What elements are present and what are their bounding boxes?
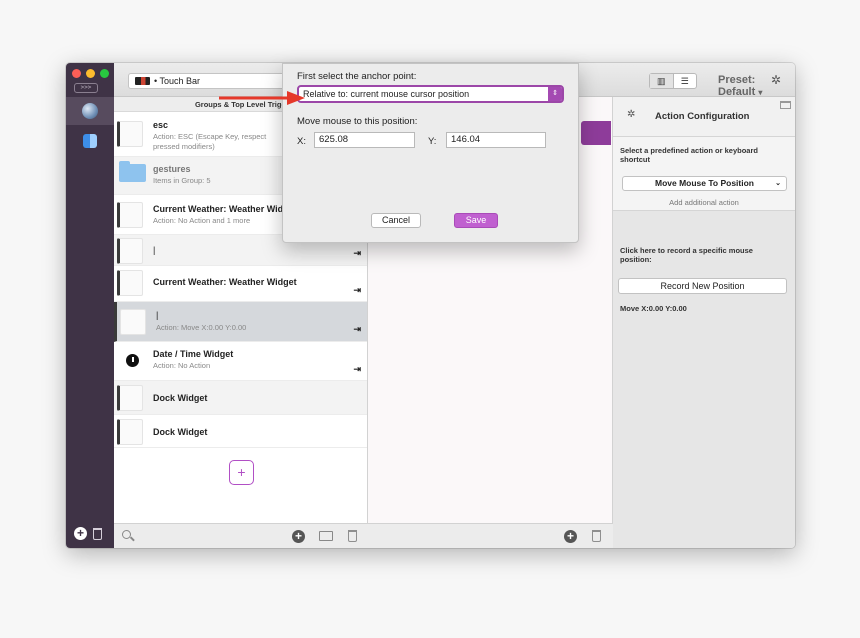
move-mouse-dialog: First select the anchor point: Relative … bbox=[282, 63, 579, 243]
stepper-icon: ⇕ bbox=[548, 87, 562, 101]
preset-label: Preset: Default bbox=[718, 74, 756, 98]
predefined-action-select[interactable]: Move Mouse To Position ⌄ bbox=[622, 176, 787, 191]
list-view-icon[interactable]: ☰ bbox=[674, 74, 697, 88]
tab-arrow-icon: ⇥ bbox=[353, 324, 361, 334]
chevron-down-icon: ⌄ bbox=[775, 180, 781, 187]
delete-trigger-icon[interactable] bbox=[348, 530, 357, 542]
selected-action-label: Move Mouse To Position bbox=[654, 178, 754, 188]
add-additional-action-link[interactable]: Add additional action bbox=[613, 198, 795, 207]
expand-sidebar-button[interactable]: >>> bbox=[74, 83, 98, 93]
add-app-button[interactable]: + bbox=[74, 527, 87, 540]
item-title: Dock Widget bbox=[153, 393, 208, 403]
close-window-button[interactable] bbox=[72, 69, 81, 78]
column-view-icon[interactable]: ▥ bbox=[650, 74, 674, 88]
item-title: | bbox=[156, 310, 159, 320]
gear-icon[interactable]: ✲ bbox=[771, 73, 781, 87]
record-new-position-button[interactable]: Record New Position bbox=[618, 278, 787, 294]
add-action-button[interactable]: + bbox=[564, 530, 577, 543]
item-title: Date / Time Widget bbox=[153, 349, 234, 359]
item-title: Current Weather: Weather Wid bbox=[153, 204, 284, 214]
item-subtitle: Action: Move X:0.00 Y:0.00 bbox=[156, 323, 247, 332]
y-label: Y: bbox=[428, 136, 437, 147]
action-config-title: Action Configuration bbox=[655, 111, 750, 122]
item-thumbnail bbox=[117, 202, 143, 228]
tab-arrow-icon: ⇥ bbox=[353, 364, 361, 374]
add-item-button[interactable]: + bbox=[229, 460, 254, 485]
cancel-button[interactable]: Cancel bbox=[371, 213, 421, 228]
item-title: gestures bbox=[153, 164, 191, 174]
item-subtitle: Action: No Action and 1 more bbox=[153, 216, 251, 225]
new-folder-icon[interactable] bbox=[319, 531, 333, 541]
selected-trigger-indicator bbox=[581, 121, 611, 145]
delete-action-icon[interactable] bbox=[592, 530, 601, 542]
item-thumbnail bbox=[117, 270, 143, 296]
predefined-action-section: Select a predefined action or keyboard s… bbox=[613, 137, 795, 211]
annotation-arrow-icon bbox=[219, 91, 305, 105]
gear-icon: ✲ bbox=[627, 109, 636, 120]
y-coordinate-input[interactable]: 146.04 bbox=[446, 132, 546, 148]
global-app-item[interactable] bbox=[66, 97, 114, 125]
middle-footer: + bbox=[368, 523, 613, 548]
clock-icon bbox=[126, 354, 139, 367]
trigger-type-select[interactable]: • Touch Bar bbox=[128, 73, 288, 89]
finder-app-item[interactable] bbox=[66, 127, 114, 155]
minimize-window-button[interactable] bbox=[86, 69, 95, 78]
record-position-label: Click here to record a specific mouse po… bbox=[620, 246, 753, 264]
action-config-header: ✲ Action Configuration bbox=[613, 97, 795, 137]
item-subtitle-continued: pressed modifiers) bbox=[153, 142, 215, 151]
window-controls bbox=[72, 69, 109, 78]
item-thumbnail bbox=[117, 419, 143, 445]
trigger-type-label: • Touch Bar bbox=[154, 76, 201, 86]
window-icon[interactable] bbox=[780, 101, 791, 109]
list-item[interactable]: Date / Time Widget Action: No Action ⇥ bbox=[114, 342, 367, 381]
x-label: X: bbox=[297, 136, 306, 147]
finder-icon bbox=[83, 134, 97, 148]
item-thumbnail bbox=[120, 309, 146, 335]
item-thumbnail bbox=[117, 238, 143, 264]
move-position-readout: Move X:0.00 Y:0.00 bbox=[620, 304, 687, 313]
anchor-point-label: First select the anchor point: bbox=[297, 71, 417, 82]
rail-footer: + bbox=[74, 527, 102, 540]
view-mode-toggle[interactable]: ▥ ☰ bbox=[649, 73, 697, 89]
item-subtitle: Action: No Action bbox=[153, 361, 211, 370]
zoom-window-button[interactable] bbox=[100, 69, 109, 78]
touchbar-icon bbox=[135, 77, 150, 85]
item-thumbnail bbox=[117, 121, 143, 147]
app-rail: >>> + bbox=[66, 63, 114, 548]
selected-list-item[interactable]: | Action: Move X:0.00 Y:0.00 ⇥ bbox=[114, 302, 367, 342]
predefined-action-label: Select a predefined action or keyboard s… bbox=[620, 146, 758, 164]
item-title: Dock Widget bbox=[153, 427, 208, 437]
tab-arrow-icon: ⇥ bbox=[353, 285, 361, 295]
list-item[interactable]: Dock Widget bbox=[114, 415, 367, 448]
item-title: | bbox=[153, 245, 156, 255]
x-coordinate-input[interactable]: 625.08 bbox=[314, 132, 415, 148]
search-icon[interactable] bbox=[122, 530, 131, 539]
delete-app-icon[interactable] bbox=[93, 527, 102, 540]
item-subtitle: Items in Group: 5 bbox=[153, 176, 211, 185]
chevron-down-icon: ▾ bbox=[758, 88, 763, 97]
save-button[interactable]: Save bbox=[454, 213, 498, 228]
globe-icon bbox=[82, 103, 98, 119]
tab-arrow-icon: ⇥ bbox=[353, 248, 361, 258]
list-item[interactable]: Current Weather: Weather Widget ⇥ bbox=[114, 266, 367, 302]
item-title: esc bbox=[153, 120, 169, 130]
item-subtitle: Action: ESC (Escape Key, respect bbox=[153, 132, 267, 141]
action-configuration-panel: ✲ Action Configuration Select a predefin… bbox=[613, 97, 795, 548]
folder-icon bbox=[119, 161, 146, 182]
preset-selector[interactable]: Preset: Default ▾ bbox=[718, 74, 795, 98]
anchor-point-value: Relative to: current mouse cursor positi… bbox=[303, 89, 470, 99]
list-item[interactable]: Dock Widget bbox=[114, 381, 367, 415]
move-position-label: Move mouse to this position: bbox=[297, 116, 418, 127]
item-thumbnail bbox=[117, 385, 143, 411]
anchor-point-select[interactable]: Relative to: current mouse cursor positi… bbox=[297, 85, 564, 103]
add-trigger-button[interactable]: + bbox=[292, 530, 305, 543]
groups-footer: + bbox=[114, 523, 368, 548]
item-title: Current Weather: Weather Widget bbox=[153, 277, 297, 287]
